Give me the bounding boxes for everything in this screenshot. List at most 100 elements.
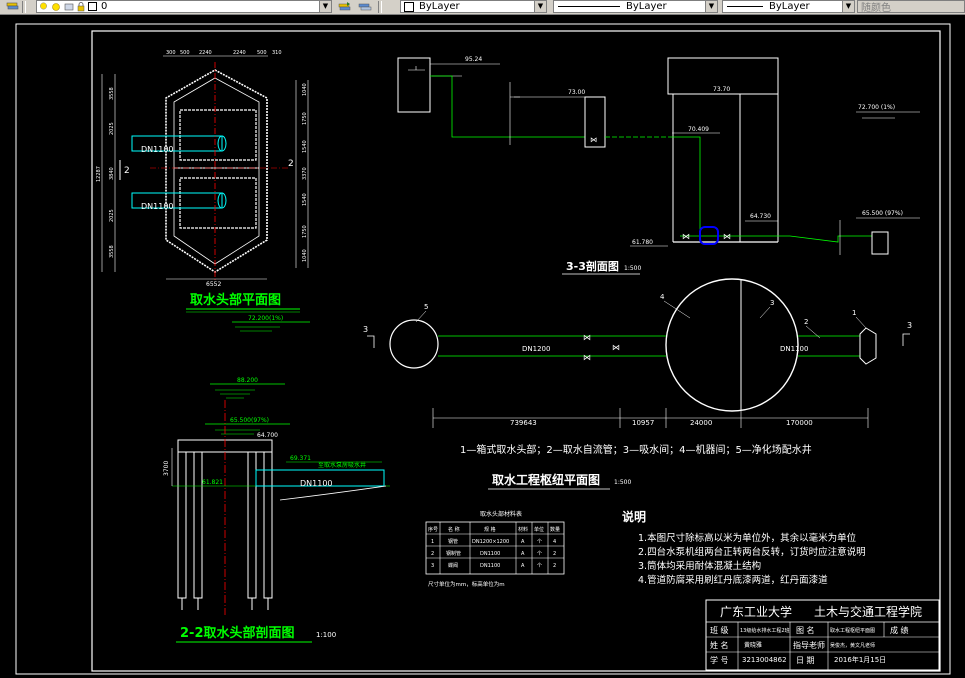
section33-title: 3-3剖面图 [566, 259, 619, 273]
plan-top-dim: 2240 [199, 50, 212, 56]
valve-icon: ⋈ [590, 136, 597, 144]
section-label: 3 [363, 325, 368, 334]
section33-level: 95.24 [465, 56, 482, 63]
title-block-cell: 指导老师 [793, 640, 825, 650]
title-block-cell: 班 级 [710, 625, 729, 635]
table-cell: 钢制管 [446, 550, 461, 557]
plan-left-dim: 3840 [109, 167, 115, 180]
note-item: 3.筒体均采用耐体混凝土结构 [638, 560, 761, 572]
section33-level: 65.500 (97%) [862, 210, 903, 217]
title-block-cell: 日 期 [796, 656, 815, 665]
table-cell: A [521, 563, 525, 569]
section22-pipe-label: DN1100 [300, 479, 333, 488]
title-block-college: 土木与交通工程学院 [814, 604, 922, 619]
plan-right-dim: 1040 [302, 249, 308, 262]
note-item: 2.四台水泵机组两台正转两台反转，订货时应注意说明 [638, 546, 866, 558]
plan-pipe-label: DN1100 [141, 145, 174, 154]
valve-icon: ⋈ [723, 232, 731, 241]
freeze-sun-icon [52, 2, 60, 11]
chevron-down-icon[interactable]: ▼ [705, 1, 717, 12]
section33-level: 70.409 [688, 126, 709, 133]
table-cell: 钢管 [448, 538, 458, 545]
plotstyle-dropdown[interactable]: 随颜色 [857, 0, 965, 14]
table-cell: 2 [553, 551, 556, 557]
layer-previous-icon[interactable] [358, 1, 372, 12]
table-cell: 1 [431, 539, 434, 545]
title-block-cell: 3213004862 [742, 656, 787, 664]
table-header: 单位 [534, 526, 544, 533]
chevron-down-icon[interactable]: ▼ [319, 1, 331, 12]
lock-icon [77, 1, 85, 11]
section-label: 3 [907, 321, 912, 330]
table-cell: 4 [553, 539, 556, 545]
section22-level: 69.371 [290, 455, 311, 462]
table-cell: DN1100 [480, 563, 500, 569]
lineweight-value: ByLayer [769, 1, 810, 12]
table-header: 材料 [518, 526, 528, 533]
table-cell: 个 [537, 539, 542, 545]
callout-number: 4 [660, 293, 665, 301]
color-dropdown[interactable]: ByLayer ▼ [400, 0, 547, 13]
plan-right-dim: 1540 [302, 193, 308, 206]
table-header: 序号 [428, 526, 438, 533]
plan-title: 取水头部平面图 [190, 292, 281, 308]
section33-level: 72.700 (1%) [858, 104, 895, 111]
color-value: ByLayer [419, 1, 460, 12]
toolbar-separator [22, 1, 26, 13]
plan-bottom-dim: 6552 [206, 281, 221, 288]
section-mark: 2 [288, 159, 294, 169]
plan-left-dim: 3558 [109, 87, 115, 100]
layer-color-swatch [88, 2, 97, 11]
layout-dim: 10957 [632, 419, 654, 427]
table-cell: DN1200×1200 [472, 539, 509, 545]
plan-left-dim: 2025 [109, 122, 115, 135]
layer-on-icon [40, 2, 47, 9]
make-current-layer-icon[interactable] [338, 1, 352, 12]
table-cell: 个 [537, 563, 542, 569]
chevron-down-icon[interactable]: ▼ [534, 1, 546, 12]
plan-left-dim: 2025 [109, 209, 115, 222]
section22-height-dim: 3700 [163, 461, 170, 476]
layer-manager-icon[interactable] [6, 1, 19, 12]
viewport-freeze-icon [64, 3, 74, 10]
plan-right-dim: 1750 [302, 225, 308, 238]
table-header: 数量 [550, 526, 560, 533]
layer-name: 0 [101, 1, 108, 12]
table-cell: A [521, 551, 525, 557]
title-block-school: 广东工业大学 [720, 604, 792, 619]
title-block-cell: 成 绩 [890, 625, 909, 635]
valve-icon: ⋈ [583, 353, 591, 362]
table-cell: DN1100 [480, 551, 500, 557]
section22-title: 2-2取水头部剖面图 [180, 625, 295, 641]
linetype-dropdown[interactable]: ByLayer ▼ [553, 0, 718, 13]
chevron-down-icon[interactable]: ▼ [842, 1, 854, 12]
layer-dropdown[interactable]: 0 ▼ [36, 0, 332, 13]
table-cell: 2 [431, 551, 434, 557]
title-block-cell: 图 名 [796, 625, 815, 635]
section22-level: 64.700 [257, 432, 278, 439]
lineweight-dropdown[interactable]: ByLayer ▼ [722, 0, 855, 13]
table-cell: A [521, 539, 525, 545]
table-cell: 个 [537, 551, 542, 557]
section22-scale: 1:100 [316, 631, 336, 639]
plan-pipe-label: DN1100 [141, 202, 174, 211]
plan-right-dim: 1540 [302, 140, 308, 153]
plan-level-note: 72.200(1%) [248, 315, 283, 322]
table-title: 取水头部材料表 [480, 510, 522, 518]
layout-pipe-label: DN1200 [522, 345, 550, 353]
section-mark: 2 [124, 166, 130, 176]
section33-level: 73.70 [713, 86, 730, 93]
plan-top-dim: 500 [180, 50, 190, 56]
plan-top-dim: 500 [257, 50, 267, 56]
section22-level: 61.821 [202, 479, 223, 486]
note-item: 1.本图尺寸除标高以米为单位外，其余以毫米为单位 [638, 532, 857, 544]
drawing-canvas[interactable]: 300 500 2240 2240 500 310 3558 2025 3840… [0, 15, 965, 678]
callout-number: 3 [770, 299, 774, 307]
plotstyle-value: 随颜色 [861, 3, 891, 14]
properties-toolbar: 0 ▼ ByLayer ▼ ByLayer ▼ ByLayer ▼ 随颜色 [0, 0, 965, 15]
section33-level: 64.730 [750, 213, 771, 220]
layout-pipe-label: DN1100 [780, 345, 808, 353]
layout-dim: 170000 [786, 419, 813, 427]
layout-dim: 24000 [690, 419, 712, 427]
section33-scale: 1:500 [624, 265, 641, 272]
